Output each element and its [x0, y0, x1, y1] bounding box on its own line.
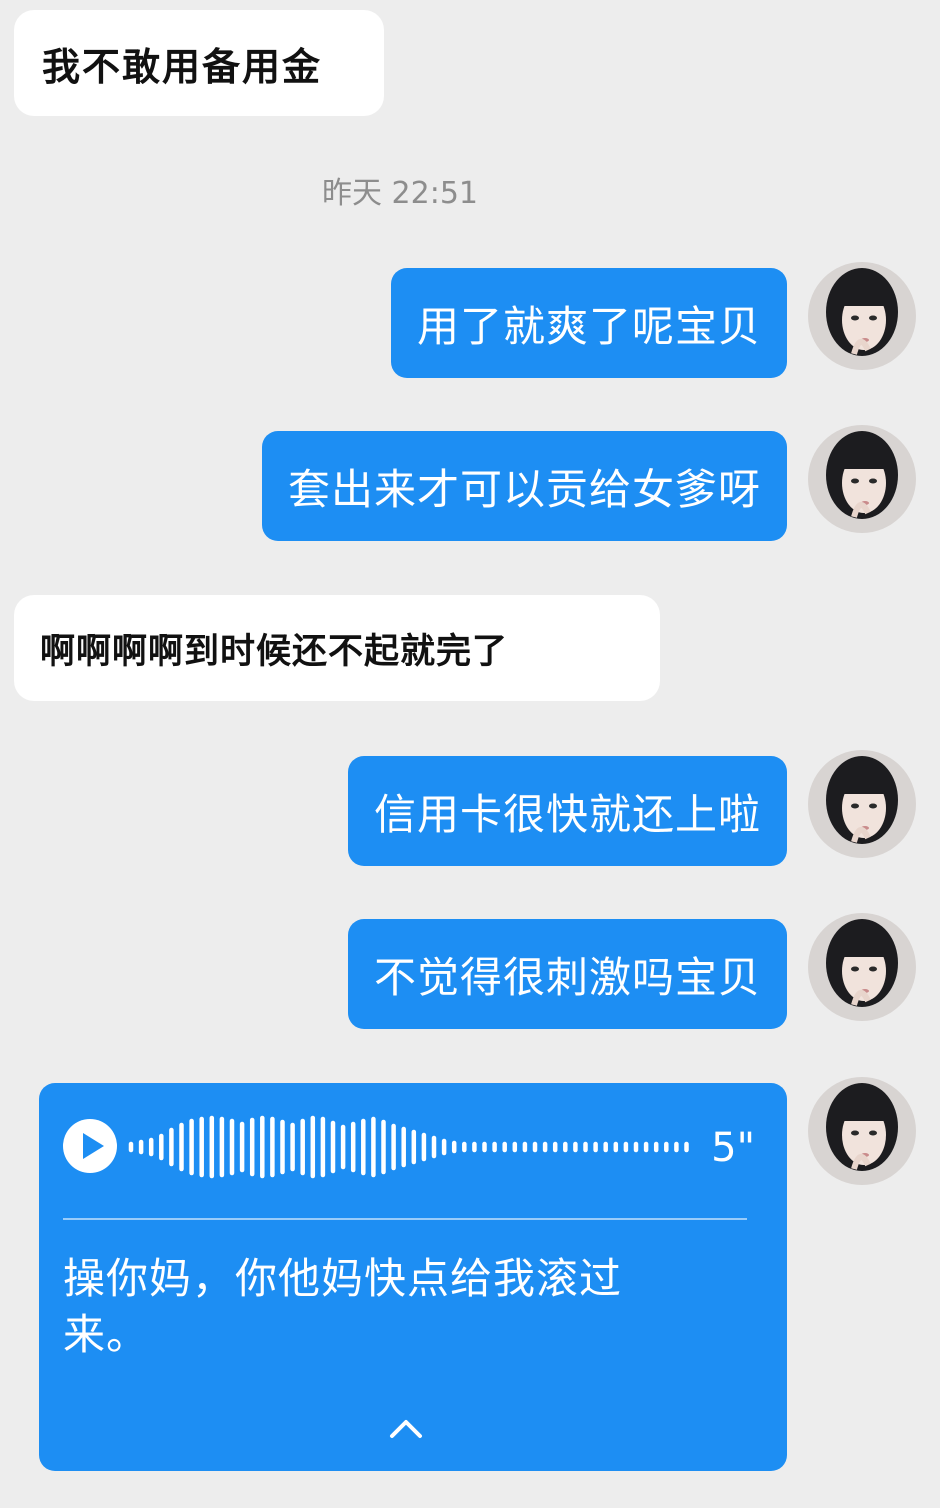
message-bubble-outgoing[interactable]: 用了就爽了呢宝贝	[390, 268, 787, 378]
divider	[63, 1218, 747, 1220]
message-bubble-outgoing[interactable]: 不觉得很刺激吗宝贝	[347, 919, 787, 1029]
play-icon[interactable]	[63, 1119, 117, 1173]
message-text: 信用卡很快就还上啦	[373, 789, 761, 839]
avatar[interactable]	[808, 425, 916, 533]
message-text: 我不敢用备用金	[42, 43, 323, 89]
message-bubble-incoming[interactable]: 啊啊啊啊到时候还不起就完了	[14, 595, 660, 701]
voice-duration: 5"	[711, 1125, 755, 1171]
voice-transcript: 操你妈，你他妈快点给我滚过来。	[63, 1254, 623, 1359]
avatar[interactable]	[808, 750, 916, 858]
avatar[interactable]	[808, 1077, 916, 1185]
message-text: 不觉得很刺激吗宝贝	[373, 952, 761, 1002]
avatar[interactable]	[808, 913, 916, 1021]
avatar[interactable]	[808, 262, 916, 370]
message-bubble-outgoing[interactable]: 套出来才可以贡给女爹呀	[261, 431, 787, 541]
message-bubble-outgoing[interactable]: 信用卡很快就还上啦	[347, 756, 787, 866]
waveform	[128, 1115, 689, 1179]
message-text: 用了就爽了呢宝贝	[416, 301, 761, 351]
voice-message-bubble[interactable]: 5" 操你妈，你他妈快点给我滚过来。	[39, 1083, 787, 1471]
message-bubble-incoming[interactable]: 我不敢用备用金	[14, 10, 384, 116]
message-text: 啊啊啊啊到时候还不起就完了	[40, 630, 509, 672]
chevron-up-icon[interactable]	[389, 1417, 423, 1439]
timestamp: 昨天 22:51	[322, 176, 478, 211]
message-text: 套出来才可以贡给女爹呀	[287, 464, 761, 514]
